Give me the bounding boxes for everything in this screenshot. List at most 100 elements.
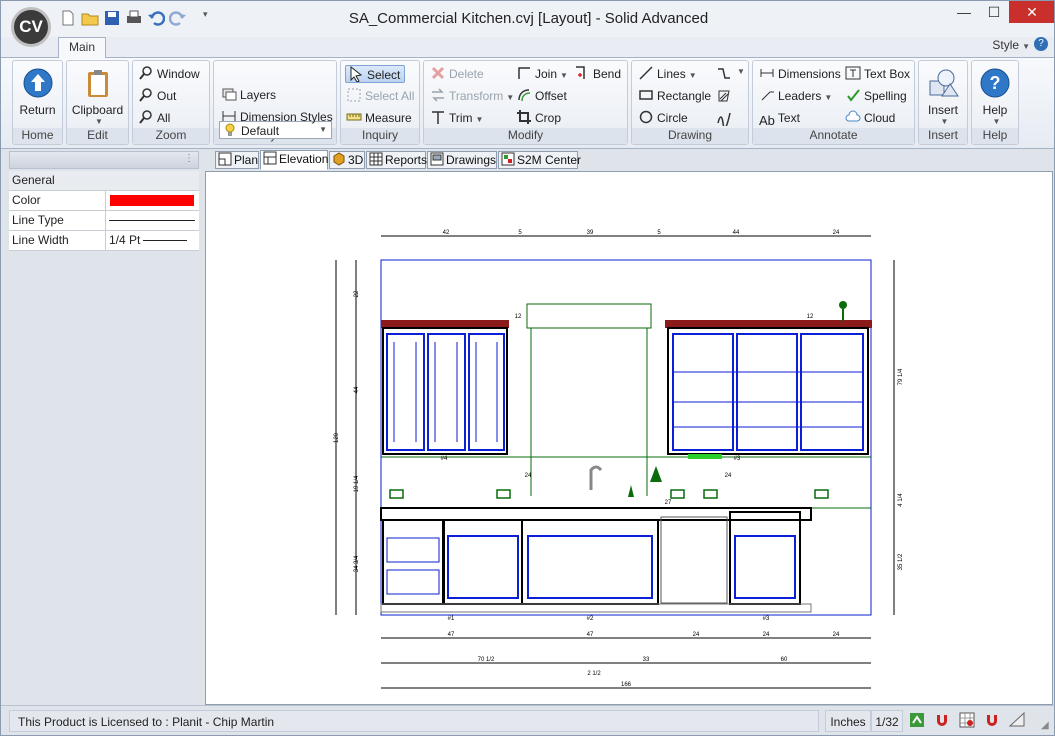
property-value-color[interactable] <box>105 191 199 210</box>
select-all-icon <box>347 88 361 102</box>
tab-drawings[interactable]: Drawings <box>427 151 497 169</box>
outlets <box>389 489 829 499</box>
zoom-out-icon <box>139 88 152 102</box>
rectangle-button[interactable]: Rectangle <box>638 87 711 105</box>
bend-label: Bend <box>593 67 622 81</box>
properties-panel-header[interactable]: ⋮ <box>9 151 199 169</box>
dimensions-button[interactable]: Dimensions <box>759 65 841 83</box>
dimensions-label: Dimensions <box>778 67 841 81</box>
delete-button[interactable]: Delete <box>430 65 484 83</box>
leaders-button[interactable]: Leaders ▼ <box>759 87 832 105</box>
dimensions-icon <box>760 69 774 77</box>
rectangle-label: Rectangle <box>657 89 712 103</box>
tab-reports[interactable]: Reports <box>366 151 427 169</box>
insert-shapes-icon <box>929 69 959 97</box>
leader-icon <box>761 91 774 101</box>
transform-button[interactable]: Transform ▼ <box>430 87 514 105</box>
upper-cabinet-left[interactable] <box>381 320 509 455</box>
ortho-snap-icon[interactable] <box>983 711 1001 729</box>
style-menu-label: Style <box>992 38 1020 52</box>
resize-grip-icon[interactable]: ◢ <box>1041 720 1049 731</box>
delete-x-icon <box>431 66 445 80</box>
dimension-styles-label: Dimension Styles <box>240 110 333 124</box>
tab-elevation[interactable]: Elevation <box>260 150 328 170</box>
base-cabinets[interactable] <box>380 507 812 613</box>
hatch-icon[interactable] <box>716 88 732 104</box>
snap-toggle-icon[interactable] <box>908 711 926 729</box>
chevron-down-icon[interactable]: ▼ <box>737 67 745 76</box>
offset-button[interactable]: Offset <box>516 87 567 105</box>
text-box-button[interactable]: Text Box <box>845 65 910 83</box>
units-selector[interactable]: Inches <box>825 710 871 732</box>
group-inquiry: Select Select All Measure Inquiry <box>340 60 420 145</box>
help-icon[interactable]: ? <box>1034 37 1048 51</box>
property-row-line-type[interactable]: Line Type <box>9 211 199 231</box>
insert-button[interactable]: Insert ▼ <box>919 63 967 126</box>
bottom-dimension-label: 60 <box>781 657 788 663</box>
style-menu[interactable]: Style ▼ <box>992 38 1030 52</box>
bottom-dimension-label: 33 <box>643 657 650 663</box>
drawing-canvas[interactable]: 42 5 39 5 44 24 22 44 120 19 1/4 34 3/4 79 1/4 4 1/4… <box>205 171 1053 705</box>
small-label: 24 <box>725 473 732 479</box>
bend-button[interactable]: Bend <box>574 65 621 83</box>
spelling-button[interactable]: Spelling <box>845 87 907 105</box>
text-button[interactable]: Ab Text <box>759 109 800 128</box>
measure-label: Measure <box>365 111 412 125</box>
maximize-button[interactable]: ☐ <box>979 1 1009 23</box>
select-all-button[interactable]: Select All <box>346 87 414 105</box>
group-label-insert: Insert <box>919 128 967 144</box>
property-value-line-width[interactable]: 1/4 Pt <box>105 231 199 250</box>
cabinet-tag-label: #1 <box>448 616 455 622</box>
magnet-snap-icon[interactable] <box>933 711 951 729</box>
measure-button[interactable]: Measure <box>346 109 412 127</box>
zoom-out-button[interactable]: Out <box>138 87 176 105</box>
bottom-dimension-label: 70 1/2 <box>478 657 495 663</box>
freehand-icon[interactable] <box>716 110 732 126</box>
property-row-line-width[interactable]: Line Width 1/4 Pt <box>9 231 199 251</box>
zoom-window-button[interactable]: Window <box>138 65 200 83</box>
cursor-arrow-icon <box>350 66 363 82</box>
minimize-button[interactable]: — <box>949 1 979 23</box>
layers-button[interactable]: Layers <box>221 86 276 104</box>
upper-cabinet-right[interactable] <box>665 320 872 459</box>
document-tabs: Plan Elevation 3D Reports Drawings S2M C… <box>205 149 1053 171</box>
property-name: Color <box>12 193 41 207</box>
tab-label: S2M Center <box>517 153 582 167</box>
chevron-down-icon: ▼ <box>992 117 1001 126</box>
return-button[interactable]: Return <box>13 63 62 117</box>
polyline-icon[interactable] <box>716 66 732 82</box>
scale-selector[interactable]: 1/32 <box>871 710 903 732</box>
app-logo-button[interactable]: CV <box>11 7 51 47</box>
close-button[interactable]: ✕ <box>1009 1 1054 23</box>
group-help: ? Help ▼ Help <box>971 60 1019 145</box>
circle-label: Circle <box>657 111 688 125</box>
property-row-color[interactable]: Color <box>9 191 199 211</box>
layers-icon <box>222 88 237 101</box>
help-button[interactable]: ? Help ▼ <box>972 63 1018 126</box>
lines-button[interactable]: Lines ▼ <box>638 65 697 83</box>
dimension-styles-button[interactable]: Dimension Styles <box>221 108 333 126</box>
tab-main[interactable]: Main <box>58 37 106 58</box>
leaders-label: Leaders <box>778 89 822 103</box>
select-button[interactable]: Select <box>345 65 406 83</box>
cloud-button[interactable]: Cloud <box>845 109 895 127</box>
crop-button[interactable]: Crop <box>516 109 561 127</box>
elevation-drawing[interactable]: 42 5 39 5 44 24 22 44 120 19 1/4 34 3/4 79 1/4 4 1/4… <box>206 172 1052 704</box>
rectangle-icon <box>639 90 653 100</box>
join-button[interactable]: Join ▼ <box>516 65 568 83</box>
clipboard-button[interactable]: Clipboard ▼ <box>67 63 128 126</box>
trim-button[interactable]: Trim ▼ <box>430 109 483 127</box>
tab-3d[interactable]: 3D <box>329 151 365 169</box>
property-category-general[interactable]: General <box>9 171 199 191</box>
property-value-line-type[interactable] <box>105 211 199 230</box>
bottom-dimension-label: 47 <box>448 632 455 638</box>
triangle-tool-icon[interactable] <box>1008 711 1026 729</box>
circle-button[interactable]: Circle <box>638 109 688 127</box>
tab-s2m-center[interactable]: S2M Center <box>498 151 582 169</box>
return-arrow-icon <box>23 68 52 98</box>
tab-plan[interactable]: Plan <box>215 151 259 169</box>
zoom-all-button[interactable]: All <box>138 109 170 127</box>
grip-icon[interactable]: ⋮ <box>184 153 194 164</box>
grid-snap-icon[interactable] <box>958 711 976 729</box>
color-swatch <box>110 195 194 206</box>
